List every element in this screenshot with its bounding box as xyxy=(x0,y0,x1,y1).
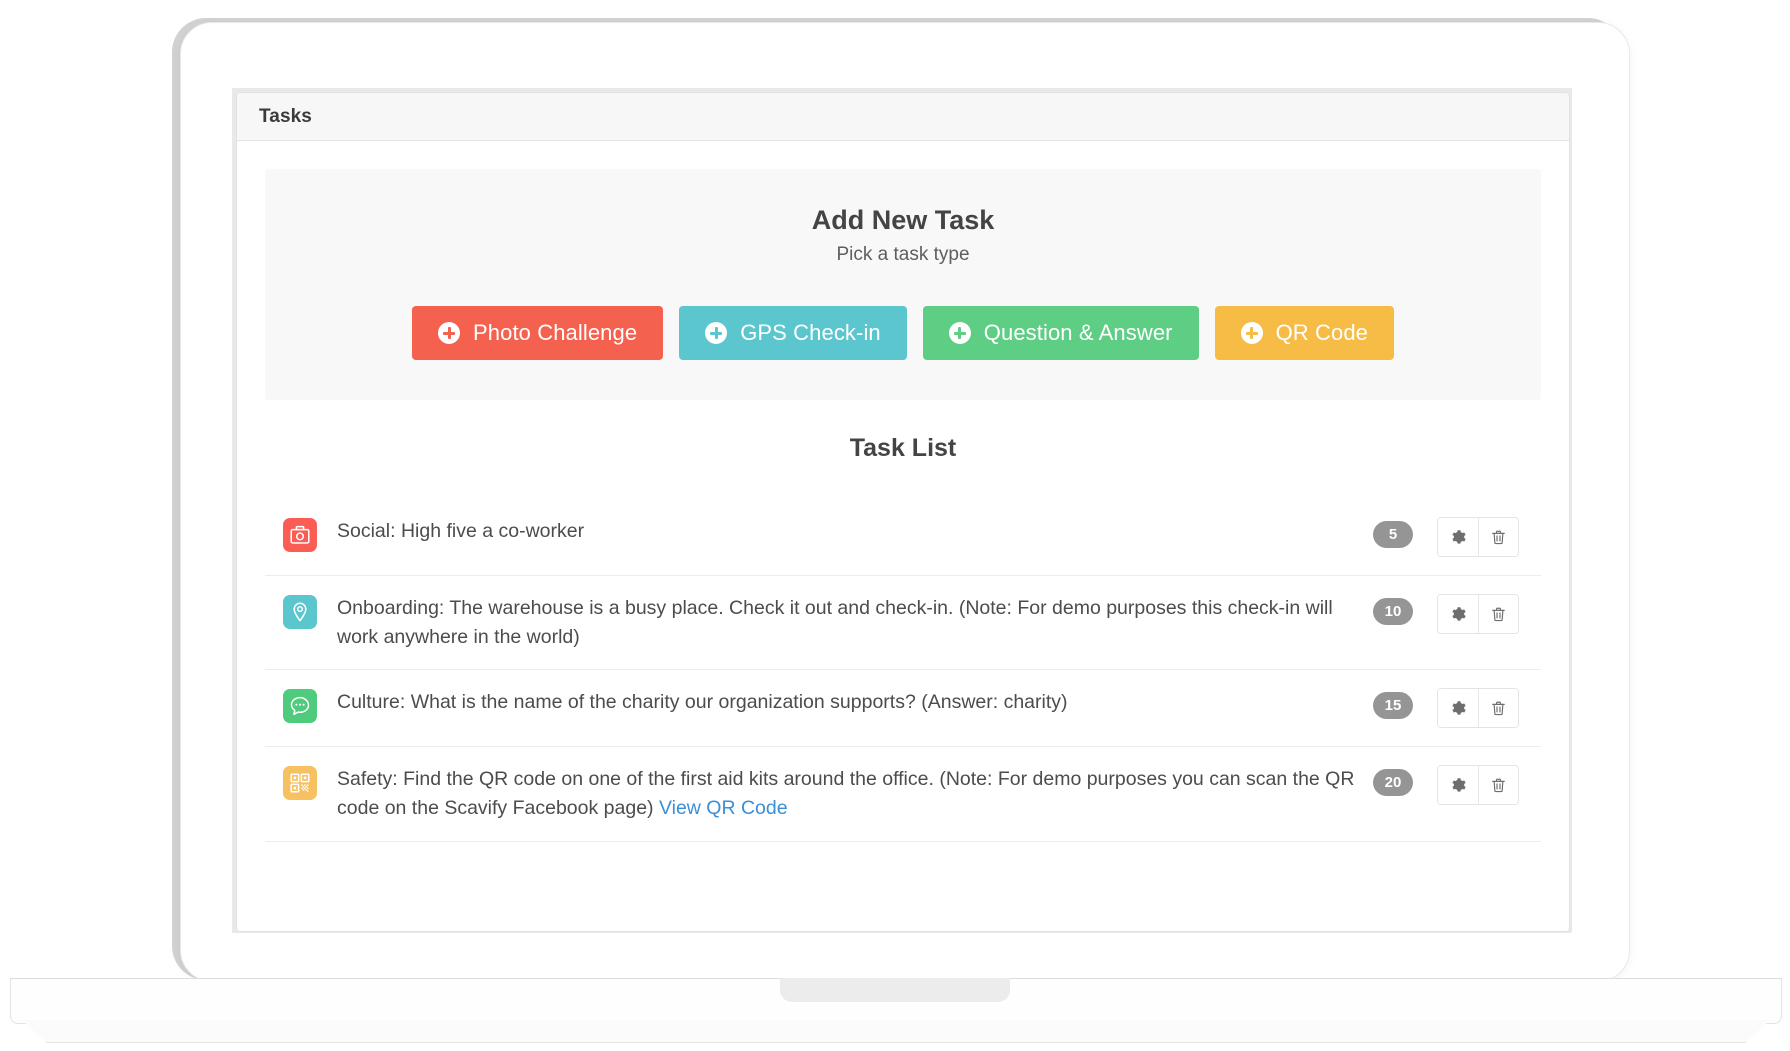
add-new-task-section: Add New Task Pick a task type Photo Chal… xyxy=(265,169,1541,400)
add-new-task-heading: Add New Task xyxy=(811,205,995,235)
gear-icon xyxy=(1450,606,1467,623)
laptop-trackpad-notch xyxy=(780,978,1010,1002)
task-points-badge: 10 xyxy=(1373,598,1413,625)
task-row: Onboarding: The warehouse is a busy plac… xyxy=(265,576,1541,671)
task-delete-button[interactable] xyxy=(1478,766,1518,805)
view-qr-code-link[interactable]: View QR Code xyxy=(659,797,788,819)
task-row: Social: High five a co-worker 5 xyxy=(265,499,1541,576)
task-type-button-label: GPS Check-in xyxy=(740,320,881,345)
task-row: Culture: What is the name of the charity… xyxy=(265,670,1541,748)
gear-icon xyxy=(1450,777,1467,794)
trash-icon xyxy=(1490,529,1507,546)
chat-bubble-icon xyxy=(283,689,317,724)
gear-icon xyxy=(1450,529,1467,546)
camera-icon xyxy=(283,518,317,552)
task-row-actions xyxy=(1437,517,1519,557)
task-description: Social: High five a co-worker xyxy=(317,517,1373,546)
task-list-heading: Task List xyxy=(849,434,957,462)
task-description-text: Social: High five a co-worker xyxy=(337,520,585,542)
task-delete-button[interactable] xyxy=(1478,689,1518,728)
task-type-button-question-answer[interactable]: Question & Answer xyxy=(922,306,1199,360)
task-description: Safety: Find the QR code on one of the f… xyxy=(317,765,1373,822)
task-settings-button[interactable] xyxy=(1438,595,1478,633)
task-delete-button[interactable] xyxy=(1478,518,1518,556)
task-description: Culture: What is the name of the charity… xyxy=(317,688,1373,717)
plus-circle-icon xyxy=(438,322,460,344)
task-points-badge: 20 xyxy=(1373,769,1413,797)
task-type-button-label: QR Code xyxy=(1275,320,1368,345)
task-type-button-label: Question & Answer xyxy=(983,320,1173,345)
task-description: Onboarding: The warehouse is a busy plac… xyxy=(317,594,1373,651)
task-type-button-photo-challenge[interactable]: Photo Challenge xyxy=(412,306,664,360)
page-title: Tasks xyxy=(259,105,312,127)
task-type-button-label: Photo Challenge xyxy=(473,320,638,345)
task-points-badge: 5 xyxy=(1373,521,1413,548)
task-settings-button[interactable] xyxy=(1438,518,1478,556)
task-row: Safety: Find the QR code on one of the f… xyxy=(265,747,1541,842)
trash-icon xyxy=(1490,606,1507,623)
panel-header: Tasks xyxy=(237,93,1569,141)
add-new-task-subheading: Pick a task type xyxy=(836,244,970,265)
gear-icon xyxy=(1450,700,1467,717)
trash-icon xyxy=(1490,777,1507,794)
task-row-actions xyxy=(1437,594,1519,634)
plus-circle-icon xyxy=(1240,322,1263,344)
screenshot-stage: Tasks Add New Task Pick a task type Phot… xyxy=(0,0,1790,1051)
task-description-text: Safety: Find the QR code on one of the f… xyxy=(337,768,1355,819)
task-delete-button[interactable] xyxy=(1478,595,1518,633)
task-list: Social: High five a co-worker 5 Onboarding… xyxy=(265,499,1541,842)
plus-circle-icon xyxy=(705,322,728,344)
laptop-foot xyxy=(22,1020,1770,1043)
task-settings-button[interactable] xyxy=(1438,766,1478,805)
panel-body: Add New Task Pick a task type Photo Chal… xyxy=(237,141,1569,842)
tasks-panel: Tasks Add New Task Pick a task type Phot… xyxy=(236,92,1570,932)
task-settings-button[interactable] xyxy=(1438,689,1478,728)
task-row-actions xyxy=(1437,688,1519,729)
task-description-text: Culture: What is the name of the charity… xyxy=(337,691,1068,714)
qr-code-icon xyxy=(283,766,317,801)
trash-icon xyxy=(1490,700,1507,717)
task-type-button-qr-code[interactable]: QR Code xyxy=(1214,306,1394,360)
plus-circle-icon xyxy=(948,322,971,344)
task-description-text: Onboarding: The warehouse is a busy plac… xyxy=(337,597,1333,648)
task-points-badge: 15 xyxy=(1373,692,1413,720)
map-pin-icon xyxy=(283,595,317,629)
task-row-actions xyxy=(1437,765,1519,806)
task-type-button-row: Photo Challenge GPS Check-in Question & An… xyxy=(285,306,1521,360)
task-type-button-gps-check-in[interactable]: GPS Check-in xyxy=(679,306,907,360)
app-window: Tasks Add New Task Pick a task type Phot… xyxy=(232,88,1572,933)
